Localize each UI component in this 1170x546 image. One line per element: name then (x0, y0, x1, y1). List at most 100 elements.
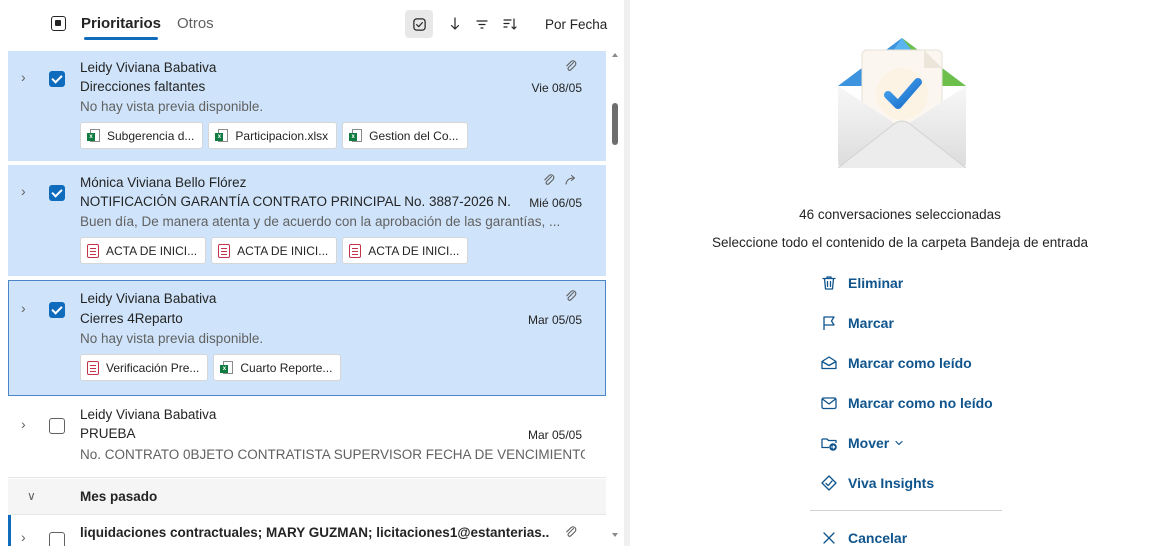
attachment-list: Verificación Pre... x Cuarto Reporte... (80, 354, 342, 381)
row-status-icons (542, 173, 578, 187)
attachment-name: Subgerencia d... (107, 128, 195, 143)
message-row[interactable]: › Leidy Viviana Babativa PRUEBA Mar 05/0… (8, 398, 606, 478)
selected-count-text: 46 conversaciones seleccionadas (799, 207, 1001, 222)
trash-icon (822, 276, 836, 290)
group-header[interactable]: ∨ Mes pasado (8, 479, 606, 515)
delete-label: Eliminar (848, 275, 904, 291)
collapse-chevron-icon[interactable]: ∨ (27, 489, 36, 503)
attachment-name: Gestion del Co... (369, 128, 459, 143)
attachment-icon (544, 174, 555, 185)
reading-pane: 46 conversaciones seleccionadas Seleccio… (630, 0, 1170, 546)
pdf-file-icon (87, 360, 99, 375)
attachment-list: x Subgerencia d... x Participacion.xlsx xG… (80, 122, 468, 149)
message-date: Mar 05/05 (527, 428, 582, 442)
message-subject: Direcciones faltantes (80, 79, 206, 94)
message-sender: Leidy Viviana Babativa (80, 407, 217, 422)
scrollbar-thumb[interactable] (612, 103, 618, 145)
envelope-checkmark-illustration (837, 38, 967, 169)
message-date: Vie 08/05 (531, 81, 583, 95)
attachment-chip[interactable]: ACTA DE INICI... (80, 237, 207, 264)
message-row[interactable]: › liquidaciones contractuales; MARY GUZM… (8, 515, 606, 546)
flag-icon (823, 316, 835, 330)
mark-read-label: Marcar como leído (848, 355, 972, 371)
message-date: Mié 06/05 (529, 196, 582, 210)
row-checkbox[interactable] (49, 185, 65, 201)
row-checkbox[interactable] (49, 532, 65, 546)
message-sender: liquidaciones contractuales; MARY GUZMAN… (80, 525, 550, 540)
mark-read-button[interactable]: Marcar como leído (820, 354, 972, 372)
excel-file-icon: x (87, 128, 100, 143)
expand-chevron-icon[interactable]: › (21, 183, 26, 199)
expand-chevron-icon[interactable]: › (21, 416, 26, 432)
scroll-up-icon[interactable] (612, 53, 618, 57)
row-checkbox[interactable] (49, 71, 65, 87)
close-icon (823, 532, 835, 544)
attachment-chip[interactable]: ACTA DE INICI... (342, 237, 469, 264)
pdf-file-icon (218, 243, 231, 258)
viva-insights-button[interactable]: Viva Insights (820, 474, 934, 492)
message-preview: No. CONTRATO 0BJETO CONTRATISTA SUPERVIS… (80, 447, 585, 462)
select-all-checkbox[interactable] (51, 16, 66, 31)
expand-chevron-icon[interactable]: › (21, 69, 26, 85)
flag-label: Marcar (848, 315, 894, 331)
sort-by-icon (503, 18, 517, 30)
select-mode-button[interactable] (405, 10, 433, 38)
message-row[interactable]: › Mónica Viviana Bello Flórez NOTIFICACI… (8, 165, 606, 276)
attachment-name: Participacion.xlsx (235, 128, 329, 143)
attachment-icon (566, 60, 577, 71)
attachment-name: Verificación Pre... (106, 360, 200, 375)
attachment-chip[interactable]: ACTA DE INICI... (211, 237, 338, 264)
expand-chevron-icon[interactable]: › (21, 529, 26, 545)
attachment-name: ACTA DE INICI... (106, 243, 198, 258)
message-preview: Buen día, De manera atenta y de acuerdo … (80, 214, 561, 229)
message-row[interactable]: › Leidy Viviana Babativa Direcciones fal… (8, 51, 606, 161)
action-divider (810, 510, 1002, 511)
envelope-open-icon (821, 356, 837, 370)
filter-button[interactable] (468, 10, 496, 38)
tab-focused[interactable]: Prioritarios (81, 15, 161, 32)
message-sender: Leidy Viviana Babativa (80, 60, 217, 75)
sort-by-button[interactable] (496, 10, 524, 38)
mail-app: Prioritarios Otros Por Fecha › Leidy Viv… (0, 0, 1170, 546)
flag-button[interactable]: Marcar (820, 314, 894, 332)
excel-file-icon: x (215, 128, 229, 143)
attachment-chip[interactable]: x Participacion.xlsx (208, 122, 338, 149)
sort-direction-icon (450, 17, 460, 30)
message-subject: Cierres 4Reparto (80, 311, 183, 326)
viva-insights-icon (821, 475, 837, 491)
message-list-pane: Prioritarios Otros Por Fecha › Leidy Viv… (0, 0, 624, 546)
scroll-down-icon[interactable] (612, 533, 618, 537)
attachment-chip[interactable]: x Cuarto Reporte... (213, 354, 342, 381)
cancel-button[interactable]: Cancelar (820, 529, 907, 546)
unread-indicator (8, 515, 11, 546)
attachment-chip[interactable]: x Gestion del Co... (342, 122, 468, 149)
row-checkbox[interactable] (49, 418, 65, 434)
excel-file-icon: x (220, 360, 234, 375)
delete-button[interactable]: Eliminar (820, 274, 903, 292)
sort-label[interactable]: Por Fecha (545, 17, 607, 32)
list-header: Prioritarios Otros Por Fecha (0, 0, 624, 47)
forwarded-icon (565, 174, 576, 185)
message-row[interactable]: › Leidy Viviana Babativa Cierres 4Repart… (8, 280, 606, 396)
expand-chevron-icon[interactable]: › (21, 300, 26, 316)
sort-direction-button[interactable] (441, 10, 469, 38)
message-subject: PRUEBA (80, 426, 136, 441)
attachment-chip[interactable]: x Subgerencia d... (80, 122, 204, 149)
attachment-icon (566, 290, 577, 301)
move-button[interactable]: Mover (820, 434, 904, 452)
mark-unread-button[interactable]: Marcar como no leído (820, 394, 993, 412)
message-date: Mar 05/05 (527, 313, 582, 327)
active-tab-indicator (84, 37, 158, 40)
select-all-folder-link[interactable]: Seleccione todo el contenido de la carpe… (630, 235, 1170, 250)
attachment-name: ACTA DE INICI... (368, 243, 460, 258)
row-checkbox[interactable] (49, 302, 65, 318)
folder-move-icon (821, 438, 837, 451)
cancel-label: Cancelar (848, 530, 908, 546)
list-scrollbar[interactable] (608, 47, 622, 546)
message-preview: No hay vista previa disponible. (80, 99, 264, 114)
attachment-chip[interactable]: Verificación Pre... (80, 354, 209, 381)
attachment-name: Cuarto Reporte... (240, 360, 333, 375)
message-preview: No hay vista previa disponible. (80, 331, 264, 346)
row-status-icons (564, 59, 578, 73)
tab-other[interactable]: Otros (177, 15, 214, 32)
